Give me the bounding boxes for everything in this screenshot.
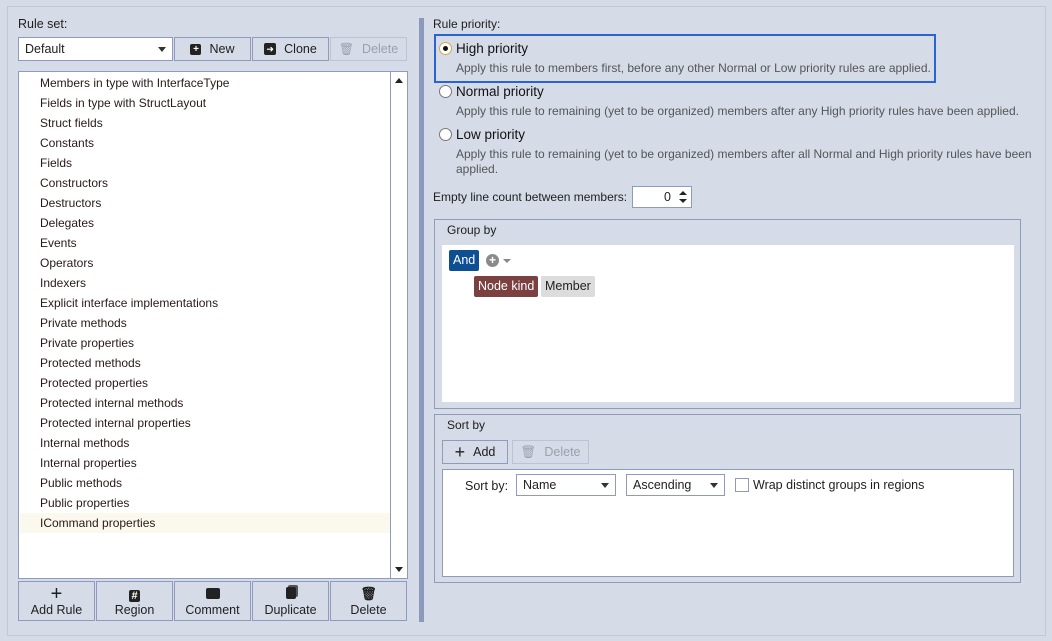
rule-list-item[interactable]: Operators bbox=[20, 253, 390, 273]
sort-field-value: Name bbox=[523, 478, 557, 492]
and-operator-tag[interactable]: And bbox=[449, 250, 480, 271]
chevron-down-icon bbox=[158, 47, 166, 52]
normal-priority-title[interactable]: Normal priority bbox=[456, 84, 544, 99]
rule-list-item[interactable]: Constants bbox=[20, 133, 390, 153]
rule-list-item[interactable]: Struct fields bbox=[20, 113, 390, 133]
sort-direction-dropdown[interactable]: Ascending bbox=[626, 474, 725, 496]
empty-line-label: Empty line count between members: bbox=[433, 190, 628, 204]
rule-list-item[interactable]: Protected internal methods bbox=[20, 393, 390, 413]
rule-list-item[interactable]: Internal properties bbox=[20, 453, 390, 473]
rule-list-item[interactable]: Events bbox=[20, 233, 390, 253]
region-button[interactable]: # Region bbox=[96, 581, 173, 621]
rule-list-item[interactable]: Public properties bbox=[20, 493, 390, 513]
spinner-value: 0 bbox=[664, 190, 671, 204]
rule-list-item[interactable]: Members in type with InterfaceType bbox=[20, 73, 390, 93]
add-condition-icon[interactable]: + bbox=[486, 254, 499, 267]
rule-list-item[interactable]: ICommand properties bbox=[20, 513, 390, 533]
rule-list-item[interactable]: Constructors bbox=[20, 173, 390, 193]
chevron-down-icon[interactable] bbox=[503, 259, 511, 263]
group-by-editor bbox=[442, 245, 1014, 402]
rule-list[interactable]: Members in type with InterfaceType Fields… bbox=[18, 71, 408, 579]
spin-up-icon[interactable] bbox=[679, 191, 687, 195]
high-priority-title[interactable]: High priority bbox=[456, 41, 528, 56]
duplicate-button[interactable]: Duplicate bbox=[252, 581, 329, 621]
trash-icon: 🗑 bbox=[338, 42, 355, 56]
comment-label: Comment bbox=[185, 603, 240, 617]
rule-set-dropdown[interactable]: Default bbox=[18, 37, 173, 61]
delete-rule-button[interactable]: 🗑 Delete bbox=[330, 581, 407, 621]
node-kind-tag[interactable]: Node kind bbox=[474, 276, 539, 297]
wrap-regions-label[interactable]: Wrap distinct groups in regions bbox=[753, 478, 924, 492]
rule-list-item[interactable]: Destructors bbox=[20, 193, 390, 213]
low-priority-title[interactable]: Low priority bbox=[456, 127, 525, 142]
plus-square-icon: + bbox=[190, 43, 202, 55]
spin-down-icon[interactable] bbox=[679, 199, 687, 203]
sort-field-dropdown[interactable]: Name bbox=[516, 474, 616, 496]
chevron-down-icon bbox=[601, 483, 609, 488]
scroll-up-icon[interactable] bbox=[395, 78, 403, 83]
sort-by-title: Sort by bbox=[447, 418, 486, 432]
rule-set-label: Rule set: bbox=[18, 17, 68, 31]
scrollbar[interactable] bbox=[390, 72, 407, 578]
add-sort-label: Add bbox=[473, 445, 496, 459]
rule-list-item[interactable]: Delegates bbox=[20, 213, 390, 233]
rule-list-item[interactable]: Indexers bbox=[20, 273, 390, 293]
sort-direction-value: Ascending bbox=[633, 478, 692, 492]
new-rule-set-button[interactable]: + New bbox=[174, 37, 251, 61]
rule-list-item[interactable]: Fields bbox=[20, 153, 390, 173]
delete-sort-label: Delete bbox=[544, 445, 581, 459]
new-label: New bbox=[209, 42, 235, 56]
add-rule-button[interactable]: + Add Rule bbox=[18, 581, 95, 621]
normal-priority-radio[interactable] bbox=[439, 85, 452, 98]
clone-label: Clone bbox=[284, 42, 317, 56]
empty-line-spinner[interactable]: 0 bbox=[632, 186, 692, 208]
rule-list-item[interactable]: Public methods bbox=[20, 473, 390, 493]
delete-label: Delete bbox=[362, 42, 399, 56]
splitter[interactable] bbox=[419, 18, 424, 622]
group-by-title: Group by bbox=[447, 223, 497, 237]
low-priority-desc: Apply this rule to remaining (yet to be … bbox=[456, 147, 1032, 176]
rule-list-item[interactable]: Private properties bbox=[20, 333, 390, 353]
comment-icon bbox=[205, 585, 220, 603]
plus-icon: + bbox=[454, 441, 466, 462]
rule-list-item[interactable]: Private methods bbox=[20, 313, 390, 333]
high-priority-radio[interactable] bbox=[439, 42, 452, 55]
rule-list-item[interactable]: Protected internal properties bbox=[20, 413, 390, 433]
add-rule-label: Add Rule bbox=[30, 603, 83, 617]
rule-set-value: Default bbox=[25, 42, 65, 56]
trash-icon: 🗑 bbox=[360, 586, 377, 601]
sort-by-row-label: Sort by: bbox=[465, 479, 509, 493]
delete-rule-set-button[interactable]: 🗑 Delete bbox=[330, 37, 407, 61]
rule-list-item[interactable]: Protected methods bbox=[20, 353, 390, 373]
clone-icon: ➜ bbox=[264, 43, 277, 55]
delete-sort-button[interactable]: 🗑 Delete bbox=[512, 440, 589, 464]
rule-priority-label: Rule priority: bbox=[433, 17, 501, 31]
clone-rule-set-button[interactable]: ➜ Clone bbox=[252, 37, 329, 61]
comment-button[interactable]: Comment bbox=[174, 581, 251, 621]
low-priority-radio[interactable] bbox=[439, 128, 452, 141]
duplicate-label: Duplicate bbox=[264, 603, 317, 617]
region-label: Region bbox=[114, 603, 155, 617]
rule-list-item[interactable]: Fields in type with StructLayout bbox=[20, 93, 390, 113]
hash-icon: # bbox=[129, 590, 140, 602]
rule-list-item[interactable]: Internal methods bbox=[20, 433, 390, 453]
wrap-regions-checkbox[interactable] bbox=[735, 478, 749, 492]
plus-icon: + bbox=[50, 583, 63, 605]
delete-rule-label: Delete bbox=[350, 603, 387, 617]
duplicate-icon bbox=[285, 585, 296, 603]
chevron-down-icon bbox=[710, 483, 718, 488]
scroll-down-icon[interactable] bbox=[395, 567, 403, 572]
normal-priority-desc: Apply this rule to remaining (yet to be … bbox=[456, 104, 1019, 118]
member-tag[interactable]: Member bbox=[541, 276, 595, 297]
add-sort-button[interactable]: + Add bbox=[442, 440, 508, 464]
rule-list-item[interactable]: Explicit interface implementations bbox=[20, 293, 390, 313]
trash-icon: 🗑 bbox=[520, 444, 537, 459]
high-priority-desc: Apply this rule to members first, before… bbox=[456, 61, 931, 75]
rule-list-item[interactable]: Protected properties bbox=[20, 373, 390, 393]
